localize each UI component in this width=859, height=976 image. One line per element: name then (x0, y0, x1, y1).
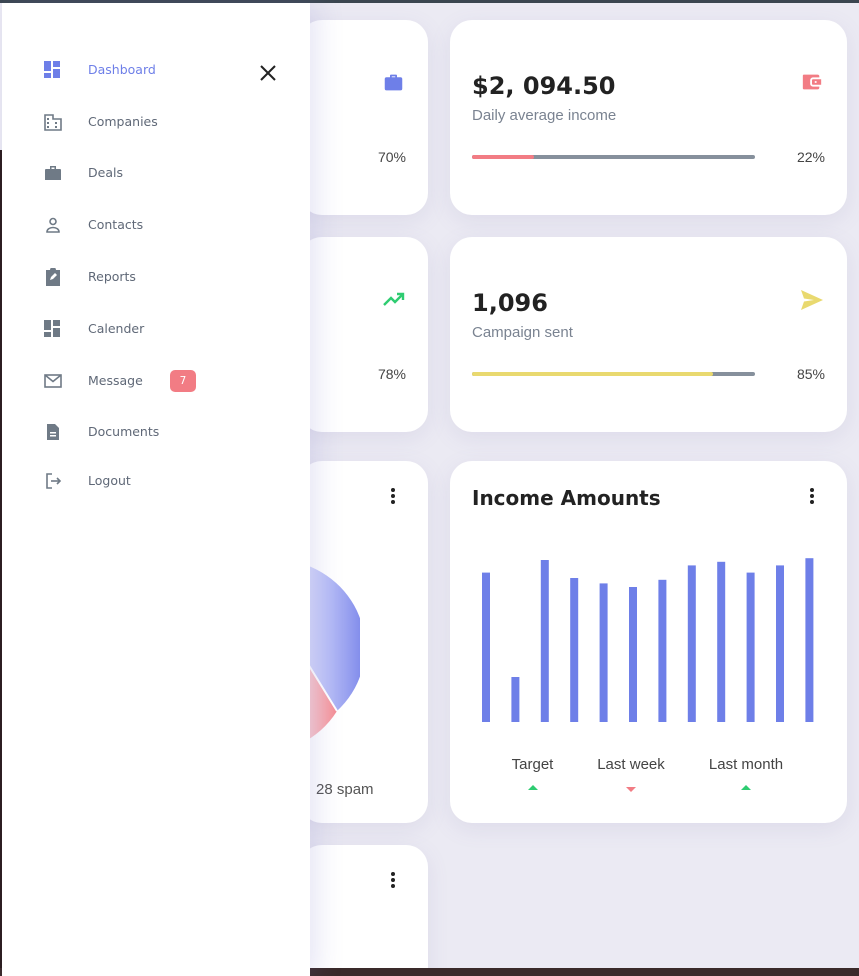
income-bar (776, 565, 784, 722)
clipboard-icon (46, 268, 60, 286)
stat-label: Campaign sent (472, 324, 573, 341)
legend-last-month: Last month (708, 756, 784, 773)
progress-track (472, 372, 755, 376)
trend-down-icon (626, 787, 636, 792)
more-options-icon[interactable] (390, 488, 396, 506)
sidebar-item-contacts[interactable]: Contacts (2, 210, 310, 240)
progress-percent: 78% (377, 366, 406, 382)
sidebar-item-documents[interactable]: Documents (2, 417, 310, 447)
sidebar-item-label: Logout (88, 473, 131, 488)
person-icon (46, 217, 60, 233)
progress-track (472, 155, 755, 159)
sidebar-item-reports[interactable]: Reports (2, 262, 310, 292)
trend-up-icon (741, 785, 751, 790)
income-bar (511, 677, 520, 722)
sidebar-item-label: Deals (88, 165, 123, 180)
trend-up-icon (528, 785, 538, 790)
legend-last-week: Last week (597, 756, 665, 773)
progress-percent: 22% (796, 149, 825, 165)
sidebar-item-label: Reports (88, 269, 136, 284)
legend-target: Target (511, 756, 554, 773)
wallet-icon (802, 74, 822, 90)
trending-up-icon (383, 292, 405, 306)
stat-label: Daily average income (472, 107, 617, 124)
progress-percent: 70% (377, 149, 406, 165)
income-bar (540, 560, 549, 722)
income-bar (482, 572, 490, 722)
calendar-grid-icon (44, 320, 60, 337)
income-bar (629, 587, 637, 722)
income-bar (687, 565, 696, 722)
more-options-icon[interactable] (390, 872, 396, 890)
card-left-top: 70% (17, 20, 428, 215)
progress-percent: 85% (796, 366, 825, 382)
sidebar-item-label: Calender (88, 321, 145, 336)
card-pie-chart: 28 spam (300, 461, 428, 823)
sidebar-item-companies[interactable]: Companies (2, 107, 310, 137)
card-bottom-left (300, 845, 428, 976)
sidebar-item-label: Dashboard (88, 62, 156, 77)
income-bar (599, 583, 608, 722)
income-bar (746, 572, 755, 722)
send-icon (801, 290, 823, 310)
logout-icon (46, 473, 62, 489)
stat-value: 1,096 (472, 289, 548, 317)
sidebar-item-logout[interactable]: Logout (2, 466, 310, 496)
progress-fill (472, 372, 713, 376)
card-income-amounts: Income Amounts Target Last week Last mon… (450, 461, 847, 823)
income-bar (717, 561, 726, 722)
pie-legend-text: 28 spam (316, 781, 374, 798)
mail-icon (44, 374, 62, 388)
income-bar (658, 579, 667, 722)
document-icon (47, 424, 59, 440)
stat-value: $2, 094.50 (472, 72, 616, 100)
income-bar (805, 558, 814, 722)
sidebar-drawer: Dashboard Companies Deals Contacts Repor… (2, 3, 310, 976)
sidebar-item-deals[interactable]: Deals (2, 158, 310, 188)
card-campaign: 1,096 Campaign sent 85% (450, 237, 847, 432)
dashboard-icon (44, 61, 60, 78)
sidebar-item-dashboard[interactable]: Dashboard (2, 55, 310, 85)
sidebar-item-label: Message (88, 373, 143, 388)
building-icon (44, 114, 62, 131)
more-options-icon[interactable] (809, 488, 815, 506)
card-left-middle: 78% (17, 237, 428, 432)
sidebar-item-calender[interactable]: Calender (2, 314, 310, 344)
card-daily-income: $2, 094.50 Daily average income 22% (450, 20, 847, 215)
sidebar-item-label: Contacts (88, 217, 144, 232)
progress-fill (472, 155, 535, 159)
income-bar (570, 578, 579, 722)
briefcase-icon (384, 74, 403, 91)
sidebar-item-label: Documents (88, 424, 160, 439)
message-count-badge: 7 (170, 370, 196, 392)
chart-title: Income Amounts (472, 486, 661, 510)
briefcase-icon (45, 166, 61, 180)
bar-chart (482, 558, 814, 722)
sidebar-item-message[interactable]: Message 7 (2, 366, 310, 396)
sidebar-item-label: Companies (88, 114, 158, 129)
